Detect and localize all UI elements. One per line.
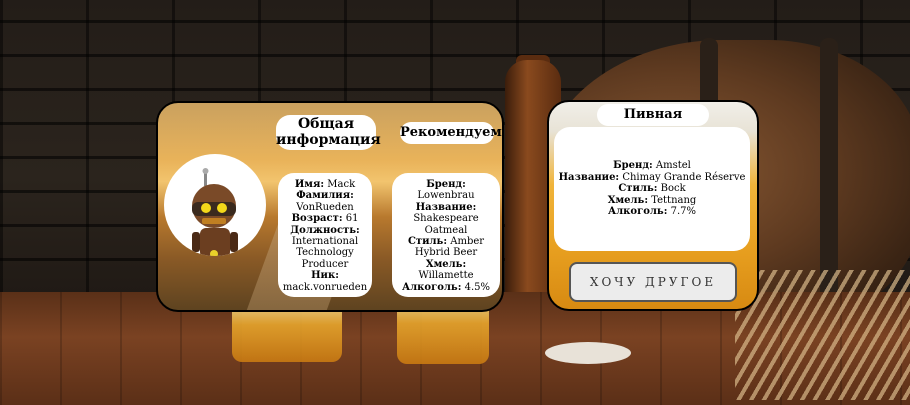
nick-label: Ник:: [311, 270, 339, 282]
rec-alcohol-row: Алкоголь: 4.5%: [392, 282, 500, 293]
age-value: 61: [345, 213, 359, 225]
want-another-button[interactable]: ХОЧУ ДРУГОЕ: [569, 262, 737, 302]
roulette-brand-row: Бренд: Amstel: [554, 160, 750, 171]
position-value: International Technology Producer: [291, 236, 359, 270]
roulette-brand-value: Amstel: [655, 160, 691, 172]
saucer: [545, 342, 631, 364]
recommend-title: Рекомендуем: [400, 122, 502, 144]
rec-style-row: Стиль: Amber Hybrid Beer: [392, 236, 500, 259]
surname-value: VonRueden: [296, 201, 354, 213]
position-label: Должность:: [290, 224, 360, 236]
roulette-alcohol-label: Алкоголь:: [607, 206, 668, 218]
rec-style-label: Стиль:: [407, 236, 448, 248]
rec-name-label: Название:: [415, 201, 477, 213]
roulette-name-row: Название: Chimay Grande Réserve: [554, 172, 750, 183]
age-row: Возраст: 61: [278, 213, 372, 224]
general-info-title: Общая информация: [276, 115, 381, 150]
rec-alcohol-value: 4.5%: [464, 281, 490, 293]
roulette-name-value: Chimay Grande Réserve: [622, 171, 746, 183]
rec-hops-label: Хмель:: [425, 258, 467, 270]
roulette-alcohol-value: 7.7%: [670, 206, 696, 218]
beer-roulette-card: Пивная рулетка Бренд: Amstel Название: C…: [547, 100, 759, 311]
rec-hops-value: Willamette: [418, 270, 474, 282]
roulette-style-row: Стиль: Bock: [554, 183, 750, 194]
name-row: Имя: Mack: [278, 179, 372, 190]
roulette-title: Пивная рулетка: [597, 104, 709, 144]
roulette-style-value: Bock: [660, 183, 686, 195]
roulette-brand-label: Бренд:: [613, 160, 653, 172]
recommend-info-box: Бренд: Lowenbrau Название: Shakespeare O…: [392, 173, 500, 297]
roulette-hops-row: Хмель: Tettnang: [554, 195, 750, 206]
rec-name-value: Shakespeare Oatmeal: [413, 213, 479, 236]
age-label: Возраст:: [291, 213, 343, 225]
wheat-decoration: [735, 270, 910, 400]
nick-value: mack.vonrueden: [282, 281, 368, 293]
surname-label: Фамилия:: [296, 190, 354, 202]
roulette-style-label: Стиль:: [618, 183, 658, 195]
roulette-name-label: Название:: [558, 171, 620, 183]
name-label: Имя:: [294, 179, 325, 190]
roulette-hops-value: Tettnang: [651, 194, 697, 206]
roulette-hops-label: Хмель:: [607, 194, 649, 206]
robot-avatar-icon: [164, 154, 266, 256]
rec-brand-label: Бренд:: [426, 179, 466, 190]
user-info-card: Общая информация Рекомендуем Имя: Mack Ф…: [156, 101, 504, 312]
general-info-box: Имя: Mack Фамилия: VonRueden Возраст: 61…: [278, 173, 372, 297]
rec-alcohol-label: Алкоголь:: [401, 281, 462, 293]
name-value: Mack: [327, 179, 356, 190]
roulette-alcohol-row: Алкоголь: 7.7%: [554, 206, 750, 217]
rec-brand-value: Lowenbrau: [417, 190, 475, 202]
roulette-info-box: Бренд: Amstel Название: Chimay Grande Ré…: [554, 127, 750, 251]
